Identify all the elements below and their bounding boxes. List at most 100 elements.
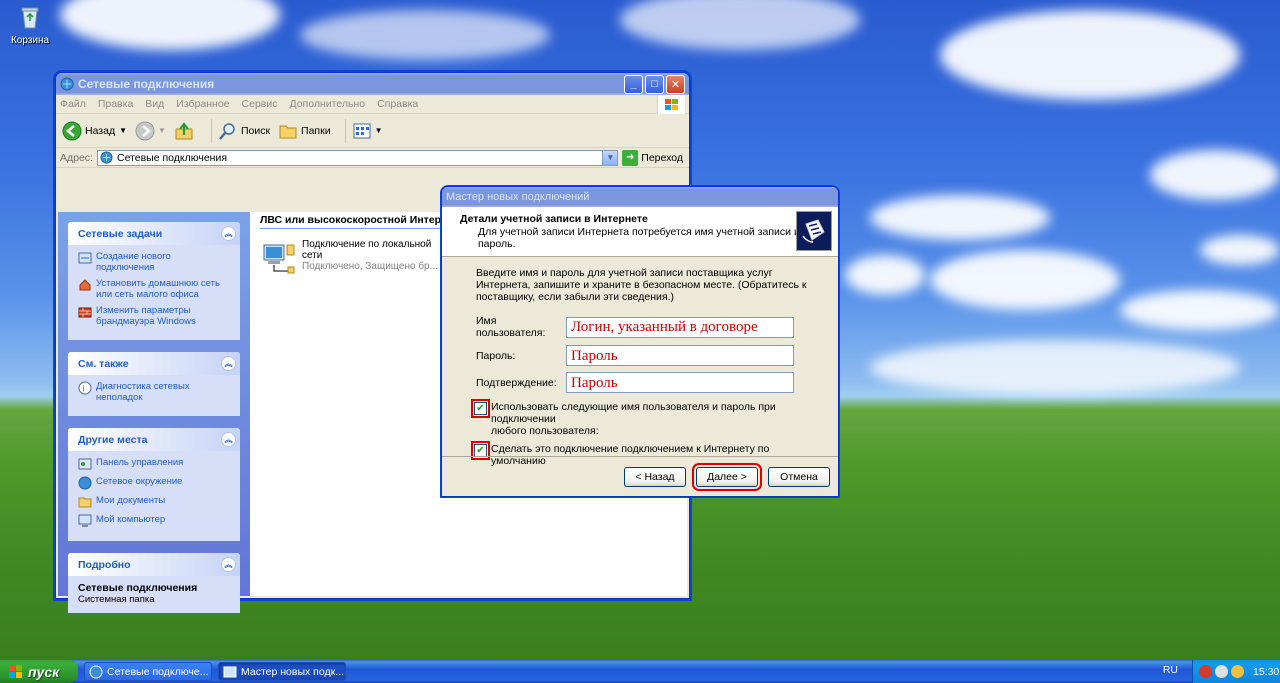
- place-label: Панель управления: [96, 457, 184, 468]
- menu-help[interactable]: Справка: [377, 98, 418, 110]
- taskbar-item-network-connections[interactable]: Сетевые подключе...: [84, 662, 212, 681]
- up-folder-icon: [175, 121, 193, 139]
- next-button[interactable]: Далее >: [692, 462, 762, 491]
- start-label: пуск: [28, 663, 60, 680]
- details-header[interactable]: Подробно ︽: [68, 553, 240, 576]
- up-folder-button[interactable]: [174, 121, 197, 141]
- task-label-line1: Установить домашнюю сеть: [96, 278, 220, 289]
- wizard-footer: < Назад Далее > Отмена: [442, 456, 838, 496]
- password-label: Пароль:: [476, 349, 516, 362]
- see-also-panel: См. также ︽ i Диагностика сетевых неполад…: [68, 352, 240, 416]
- other-places-panel: Другие места ︽ Панель управления Сетевое…: [68, 428, 240, 541]
- use-for-all-users-label-line1: Использовать следующие имя пользователя …: [491, 401, 776, 425]
- network-tasks-header[interactable]: Сетевые задачи ︽: [68, 222, 240, 245]
- forward-dropdown-icon[interactable]: ▼: [158, 126, 166, 135]
- taskbar-item-label: Сетевые подключе...: [107, 665, 209, 678]
- cloud: [870, 340, 1240, 395]
- collapse-chevron-icon[interactable]: ︽: [221, 557, 236, 572]
- cancel-button[interactable]: Отмена: [768, 466, 830, 487]
- volume-icon[interactable]: [1231, 665, 1244, 678]
- place-label: Мои документы: [96, 495, 166, 506]
- cloud: [1120, 290, 1280, 330]
- place-my-documents[interactable]: Мои документы: [78, 495, 234, 509]
- forward-button[interactable]: ▼: [135, 121, 166, 141]
- place-my-computer[interactable]: Мой компьютер: [78, 514, 234, 528]
- confirm-row: Подтверждение: Пароль: [476, 372, 824, 393]
- collapse-chevron-icon[interactable]: ︽: [221, 356, 236, 371]
- use-for-all-users-checkbox[interactable]: ✔: [471, 399, 490, 418]
- back-dropdown-icon[interactable]: ▼: [119, 126, 127, 135]
- taskbar-item-wizard[interactable]: Мастер новых подк...: [218, 662, 346, 681]
- network-connections-icon: [100, 151, 113, 164]
- home-network-icon: [79, 279, 91, 291]
- maximize-button[interactable]: □: [645, 74, 664, 94]
- see-also-header[interactable]: См. также ︽: [68, 352, 240, 375]
- recycle-bin-desktop-icon[interactable]: Корзина: [8, 4, 52, 46]
- password-row: Пароль: Пароль: [476, 345, 824, 366]
- svg-text:i: i: [83, 384, 85, 394]
- folders-button[interactable]: Папки: [278, 121, 331, 141]
- search-button[interactable]: Поиск: [218, 121, 270, 141]
- confirm-input[interactable]: Пароль: [566, 372, 794, 393]
- task-setup-home-network[interactable]: Установить домашнюю сеть или сеть малого …: [78, 278, 234, 300]
- place-label: Мой компьютер: [96, 514, 166, 525]
- standard-toolbar: Назад ▼ ▼ Поиск Папки ▼: [56, 114, 689, 148]
- views-dropdown-icon[interactable]: ▼: [375, 126, 383, 135]
- firewall-icon: [78, 307, 92, 318]
- start-button[interactable]: пуск: [0, 660, 78, 683]
- menu-view[interactable]: Вид: [145, 98, 164, 110]
- task-create-connection[interactable]: Создание нового подключения: [78, 251, 234, 273]
- menu-bar: Файл Правка Вид Избранное Сервис Дополни…: [56, 95, 689, 114]
- menu-tools[interactable]: Сервис: [242, 98, 278, 110]
- see-also-diagnostics[interactable]: i Диагностика сетевых неполадок: [78, 381, 234, 403]
- address-bar: Адрес: Сетевые подключения ▼ ➜ Переход: [56, 148, 689, 168]
- wizard-titlebar[interactable]: Мастер новых подключений: [442, 187, 838, 207]
- username-row: Имя пользователя: Логин, указанный в дог…: [476, 315, 824, 339]
- menu-edit[interactable]: Правка: [98, 98, 133, 110]
- address-dropdown-icon[interactable]: ▼: [602, 150, 618, 165]
- cloud: [300, 10, 550, 60]
- menu-file[interactable]: Файл: [60, 98, 86, 110]
- security-shield-icon[interactable]: [1199, 665, 1212, 678]
- task-firewall-settings[interactable]: Изменить параметры брандмауэра Windows: [78, 305, 234, 327]
- place-network-neighborhood[interactable]: Сетевое окружение: [78, 476, 234, 490]
- cloud: [620, 0, 860, 50]
- collapse-chevron-icon[interactable]: ︽: [221, 432, 236, 447]
- views-button[interactable]: ▼: [352, 121, 383, 141]
- back-button[interactable]: Назад ▼: [62, 121, 127, 141]
- cloud: [60, 0, 280, 50]
- windows-flag-icon: [9, 664, 22, 678]
- network-neighborhood-icon: [78, 476, 92, 490]
- place-control-panel[interactable]: Панель управления: [78, 457, 234, 471]
- menu-favorites[interactable]: Избранное: [176, 98, 229, 110]
- toolbar-separator: [344, 118, 346, 143]
- language-indicator[interactable]: RU: [1163, 664, 1178, 676]
- other-places-header[interactable]: Другие места ︽: [68, 428, 240, 451]
- go-label: Переход: [641, 151, 683, 164]
- menu-advanced[interactable]: Дополнительно: [289, 98, 365, 110]
- username-input[interactable]: Логин, указанный в договоре: [566, 316, 794, 338]
- minimize-button[interactable]: _: [624, 74, 643, 94]
- connection-status: Подключено, Защищено бр...: [302, 261, 438, 272]
- views-icon: [353, 123, 371, 138]
- lan-connection-icon: [263, 244, 295, 274]
- back-arrow-icon: [62, 121, 82, 140]
- network-tray-icon[interactable]: [1215, 665, 1228, 678]
- wizard-intro: Введите имя и пароль для учетной записи …: [476, 267, 807, 303]
- clock: 15:30: [1253, 665, 1280, 678]
- go-button[interactable]: ➜ Переход: [622, 149, 683, 166]
- confirm-label: Подтверждение:: [476, 376, 557, 389]
- password-input[interactable]: Пароль: [566, 345, 794, 366]
- explorer-titlebar[interactable]: Сетевые подключения _ □ ✕: [56, 73, 689, 95]
- recycle-bin-icon: [21, 7, 39, 29]
- recycle-bin-label: Корзина: [10, 35, 50, 46]
- back-button[interactable]: < Назад: [624, 466, 686, 487]
- collapse-chevron-icon[interactable]: ︽: [221, 226, 236, 241]
- cloud: [940, 10, 1240, 100]
- see-also-title: См. также: [78, 357, 129, 370]
- close-button[interactable]: ✕: [666, 74, 685, 94]
- username-label: Имя пользователя:: [476, 315, 546, 339]
- other-places-title: Другие места: [78, 433, 148, 446]
- cloud: [1150, 150, 1280, 200]
- address-input[interactable]: Сетевые подключения ▼: [96, 149, 619, 166]
